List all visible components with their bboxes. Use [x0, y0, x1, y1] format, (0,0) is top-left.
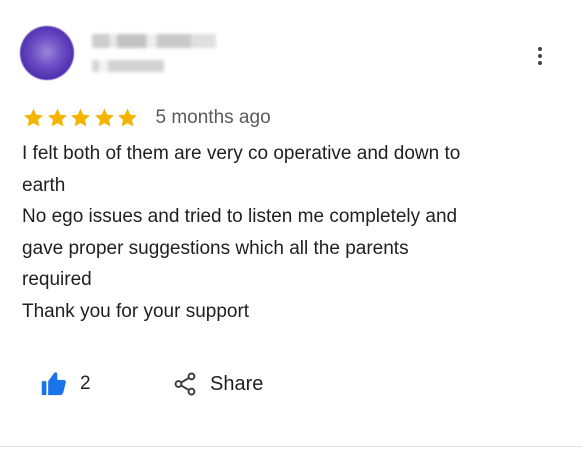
star-icon: [118, 108, 137, 127]
more-options-button[interactable]: [528, 42, 552, 70]
review-text-line: gave proper suggestions which all the pa…: [22, 237, 409, 259]
divider: [0, 446, 582, 447]
review-text-line: required: [22, 269, 92, 290]
review-text-line: No ego issues and tried to listen me com…: [22, 206, 458, 227]
star-icon: [47, 108, 67, 127]
more-vert-icon-dot: [538, 54, 542, 58]
like-count: 2: [80, 373, 91, 394]
review-text-line: earth: [22, 174, 66, 196]
star-icon: [71, 108, 90, 127]
author-meta-blurred: [92, 60, 164, 72]
review-time: 5 months ago: [155, 107, 271, 128]
share-label: Share: [210, 372, 264, 395]
avatar[interactable]: [20, 26, 74, 80]
review-text-line: I felt both of them are very co operativ…: [22, 143, 461, 164]
review-text: I felt both of them are very co operativ…: [22, 138, 562, 327]
thumbs-up-icon: [41, 372, 66, 396]
more-vert-icon: [538, 47, 542, 51]
share-button[interactable]: Share: [172, 368, 263, 400]
share-icon: [174, 372, 196, 396]
review-text-line: Thank you for your support: [22, 300, 250, 322]
review-card: 5 months ago I felt both of them are ver…: [0, 0, 582, 451]
rating-row: 5 months ago: [22, 104, 271, 132]
star-icon: [94, 108, 114, 127]
star-icon: [24, 108, 43, 127]
author-name-blurred[interactable]: [92, 34, 216, 48]
more-vert-icon-dot: [538, 61, 542, 65]
star-rating: [22, 107, 140, 129]
like-button[interactable]: 2: [40, 368, 91, 400]
